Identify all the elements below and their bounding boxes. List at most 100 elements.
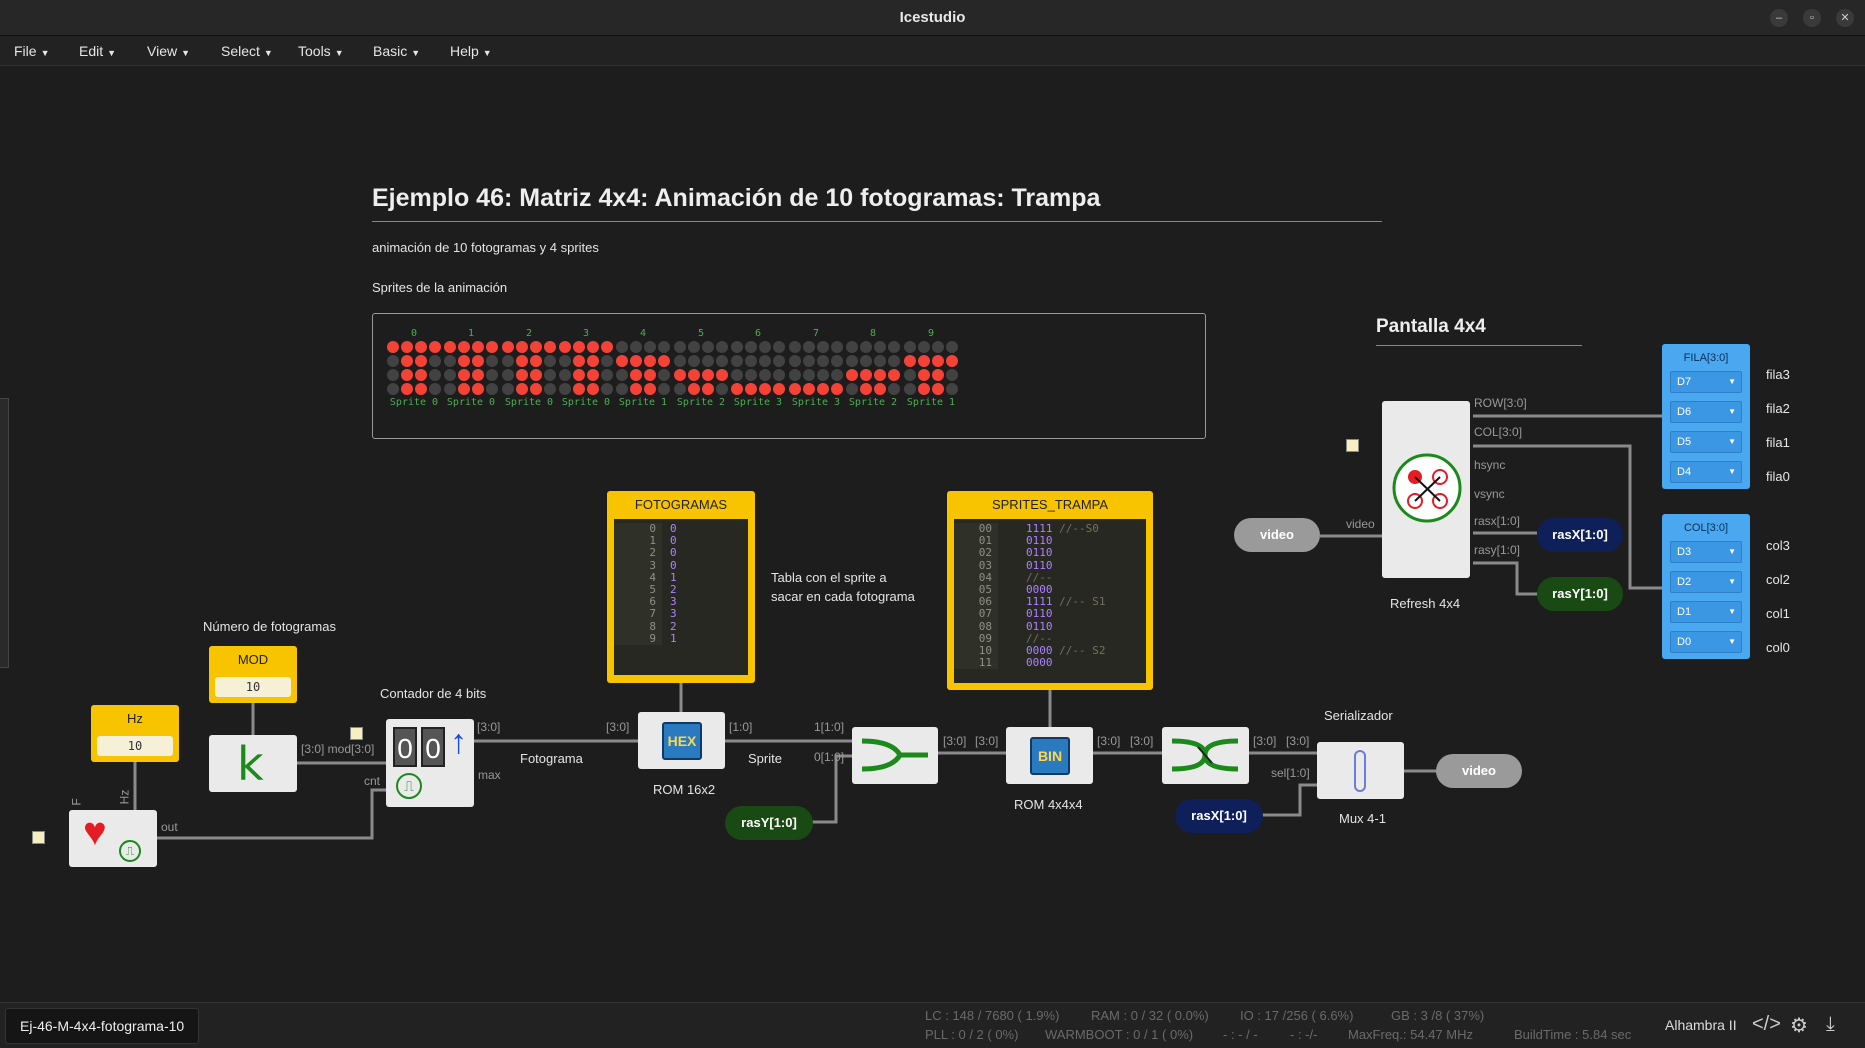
sprite-frame: 4 Sprite 1 xyxy=(612,328,674,408)
sprites-trampa-code[interactable]: 00 01 02 03 04 05 06 07 08 09 10 11 1111 //--S0 0110… xyxy=(954,519,1146,683)
led-dot xyxy=(932,383,944,395)
bus-join-block[interactable] xyxy=(852,727,938,784)
mod-value[interactable]: 10 xyxy=(215,677,291,697)
wire-label-out: out xyxy=(161,820,178,834)
led-dot xyxy=(789,355,801,367)
counter-input-pin[interactable] xyxy=(350,727,363,740)
hz-constant-block[interactable]: Hz 10 xyxy=(91,705,179,762)
board-selector[interactable]: Alhambra II xyxy=(1665,1017,1737,1033)
hz-title: Hz xyxy=(127,711,143,726)
led-dot xyxy=(874,355,886,367)
rasY-label-top[interactable]: rasY[1:0] xyxy=(1537,577,1623,611)
led-dot xyxy=(789,383,801,395)
led-dot xyxy=(516,355,528,367)
led-dot xyxy=(932,355,944,367)
led-dot xyxy=(530,369,542,381)
fila-pin-select[interactable]: D7 ▼ xyxy=(1670,371,1742,393)
wire-label-30b: [3:0] xyxy=(606,720,630,734)
mod-constant-block[interactable]: MOD 10 xyxy=(209,646,297,703)
led-dot xyxy=(674,383,686,395)
led-grid xyxy=(845,341,901,395)
video-label-out[interactable]: video xyxy=(1436,754,1522,788)
wire-label-30e: [3:0] xyxy=(1097,734,1121,748)
led-dot xyxy=(888,369,900,381)
bus-swap-block[interactable] xyxy=(1162,727,1249,784)
bin-icon: BIN xyxy=(1030,737,1070,775)
wire-label-max: max xyxy=(478,768,501,782)
video-label-in[interactable]: video xyxy=(1234,518,1320,552)
led-dot xyxy=(502,369,514,381)
sprite-frame: 9 Sprite 1 xyxy=(900,328,962,408)
led-dot xyxy=(458,369,470,381)
led-dot xyxy=(904,341,916,353)
rasX-label-bottom[interactable]: rasX[1:0] xyxy=(1175,799,1263,833)
line-number: 9 xyxy=(649,631,656,645)
led-dot xyxy=(530,383,542,395)
sprite-frame-number: 7 xyxy=(812,328,820,339)
led-dot xyxy=(472,383,484,395)
led-dot xyxy=(846,383,858,395)
led-dot xyxy=(486,383,498,395)
constant-k-block[interactable]: k xyxy=(209,735,297,792)
swap-icon xyxy=(1171,738,1239,772)
pantalla-heading: Pantalla 4x4 xyxy=(1376,316,1486,337)
led-dot xyxy=(658,369,670,381)
heart-input-pin[interactable] xyxy=(32,831,45,844)
download-icon[interactable]: ⤓ xyxy=(1826,1013,1835,1036)
led-dot xyxy=(516,369,528,381)
led-dot xyxy=(658,355,670,367)
led-dot xyxy=(745,369,757,381)
sprites-panel[interactable]: 0 Sprite 0 1 Sprite 0 2 Sprite 0 3 Sprite 0 4 Spr… xyxy=(372,313,1206,439)
hz-value[interactable]: 10 xyxy=(97,736,173,756)
led-dot xyxy=(773,383,785,395)
sprite-frame-number: 5 xyxy=(697,328,705,339)
refresh-4x4-block[interactable] xyxy=(1382,401,1470,578)
fila-name: fila0 xyxy=(1766,469,1790,484)
stat-gb: GB : 3 /8 ( 37%) xyxy=(1391,1008,1485,1023)
gear-icon[interactable]: ⚙ xyxy=(1790,1013,1808,1038)
led-dot xyxy=(702,369,714,381)
rasX-label-top[interactable]: rasX[1:0] xyxy=(1537,518,1623,552)
sprite-frame: 0 Sprite 0 xyxy=(383,328,445,408)
mod-title: MOD xyxy=(237,652,269,667)
led-dot xyxy=(573,341,585,353)
rom-16x2-block[interactable]: HEX xyxy=(638,712,725,769)
project-name[interactable]: Ej-46-M-4x4-fotograma-10 xyxy=(5,1008,200,1044)
wire-label-010: 0[1:0] xyxy=(814,750,845,764)
led-dot xyxy=(444,355,456,367)
sprite-caption: Sprite 0 xyxy=(561,397,611,408)
fotogramas-table-block[interactable]: FOTOGRAMAS 0123456789 0000123321 xyxy=(607,491,755,683)
led-dot xyxy=(401,369,413,381)
fila-pin-select[interactable]: D6 ▼ xyxy=(1670,401,1742,423)
col-pin-select[interactable]: D3 ▼ xyxy=(1670,541,1742,563)
sprites-trampa-table-block[interactable]: SPRITES_TRAMPA 00 01 02 03 04 05 06 07 08 09 10 11 … xyxy=(947,491,1153,690)
fila-pin-select[interactable]: D4 ▼ xyxy=(1670,461,1742,483)
port-rasx: rasx[1:0] xyxy=(1474,514,1521,528)
led-dot xyxy=(444,369,456,381)
code-icon[interactable]: </> xyxy=(1752,1013,1781,1036)
mux-4-1-block[interactable] xyxy=(1317,742,1404,799)
page-title: Ejemplo 46: Matriz 4x4: Animación de 10 … xyxy=(372,184,1101,212)
col-pin-select[interactable]: D0 ▼ xyxy=(1670,631,1742,653)
stat-maxfreq: MaxFreq.: 54.47 MHz xyxy=(1348,1027,1473,1042)
counter-block[interactable]: 0 0 ↑ ⎍ xyxy=(386,719,474,807)
led-dot xyxy=(630,355,642,367)
rom-4x4x4-label: ROM 4x4x4 xyxy=(1014,797,1083,812)
led-dot xyxy=(630,369,642,381)
col-output-block[interactable]: COL[3:0] D3 ▼ D2 ▼ D1 ▼ D0 ▼ xyxy=(1662,514,1750,659)
fila-pin-select[interactable]: D5 ▼ xyxy=(1670,431,1742,453)
refresh-input-pin[interactable] xyxy=(1346,439,1359,452)
sprite-frame-number: 6 xyxy=(754,328,762,339)
rasY-label-bottom[interactable]: rasY[1:0] xyxy=(725,806,813,840)
fotogramas-code[interactable]: 0123456789 0000123321 xyxy=(614,519,748,675)
stat-io: IO : 17 /256 ( 6.6%) xyxy=(1240,1008,1354,1023)
led-dot xyxy=(674,355,686,367)
heartbeat-block[interactable]: ♥ ⎍ xyxy=(69,810,157,867)
fila-title: FILA[3:0] xyxy=(1683,352,1729,364)
wire-label-30g: [3:0] xyxy=(1253,734,1277,748)
rom-4x4x4-block[interactable]: BIN xyxy=(1006,727,1093,784)
fila-output-block[interactable]: FILA[3:0] D7 ▼ D6 ▼ D5 ▼ D4 ▼ xyxy=(1662,344,1750,489)
col-pin-select[interactable]: D1 ▼ xyxy=(1670,601,1742,623)
led-grid xyxy=(443,341,499,395)
col-pin-select[interactable]: D2 ▼ xyxy=(1670,571,1742,593)
